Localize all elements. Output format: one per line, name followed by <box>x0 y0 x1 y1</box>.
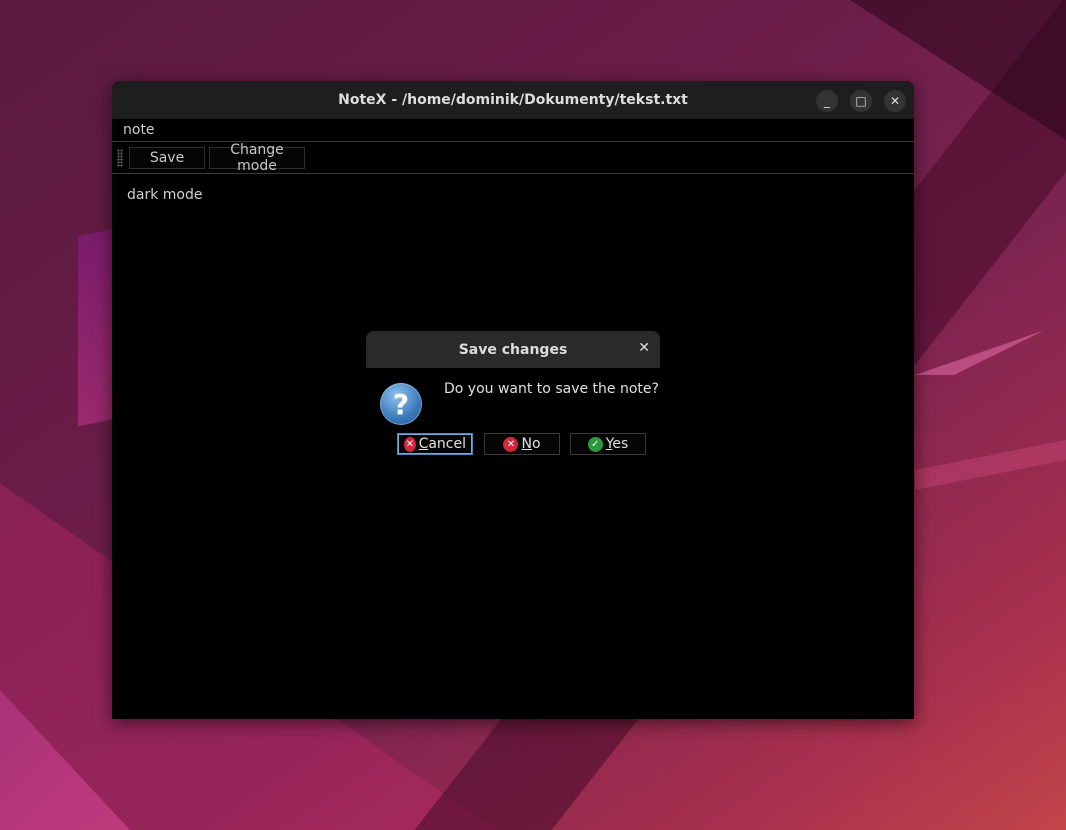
wallpaper-shape <box>915 440 1066 490</box>
yes-label: Yes <box>605 436 629 452</box>
cancel-icon: ✕ <box>404 436 416 452</box>
cancel-label: Cancel <box>418 436 466 452</box>
window-controls: _ □ ✕ <box>816 90 906 112</box>
minimize-icon[interactable]: _ <box>816 90 838 112</box>
dialog-title: Save changes <box>458 341 568 358</box>
menubar: note <box>112 119 914 142</box>
no-icon: ✕ <box>503 436 519 452</box>
text-editor[interactable]: dark mode <box>112 174 914 216</box>
change-mode-button[interactable]: Change mode <box>209 142 305 174</box>
cancel-button[interactable]: ✕ Cancel <box>397 433 473 455</box>
no-label: No <box>521 436 541 452</box>
dialog-message: Do you want to save the note? <box>444 381 659 397</box>
maximize-icon[interactable]: □ <box>850 90 872 112</box>
wallpaper-shape <box>915 330 1045 375</box>
toolbar: Save Change mode <box>112 142 914 174</box>
close-icon[interactable]: ✕ <box>884 90 906 112</box>
toolbar-grip-handle[interactable] <box>117 148 123 167</box>
save-button[interactable]: Save <box>129 146 205 169</box>
editor-content: dark mode <box>127 187 203 203</box>
dialog-close-icon[interactable]: ✕ <box>638 340 650 356</box>
dialog-titlebar[interactable]: Save changes ✕ <box>366 331 660 368</box>
window-titlebar[interactable]: NoteX - /home/dominik/Dokumenty/tekst.tx… <box>112 81 914 119</box>
yes-icon: ✓ <box>587 436 603 452</box>
menu-note[interactable]: note <box>123 122 155 138</box>
save-changes-dialog: Save changes ✕ ? Do you want to save the… <box>366 331 660 465</box>
wallpaper-shape <box>0 690 130 830</box>
question-icon: ? <box>380 383 422 425</box>
yes-button[interactable]: ✓ Yes <box>570 433 646 455</box>
window-title: NoteX - /home/dominik/Dokumenty/tekst.tx… <box>338 92 688 108</box>
no-button[interactable]: ✕ No <box>484 433 560 455</box>
